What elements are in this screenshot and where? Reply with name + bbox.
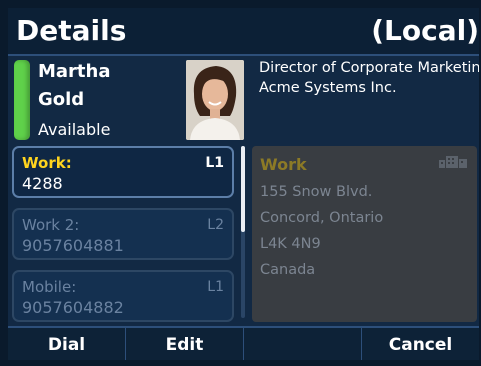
softkey-bar: Dial Edit Cancel	[8, 326, 479, 360]
contact-photo	[186, 60, 244, 140]
empty-softkey[interactable]	[244, 328, 362, 360]
number-label: Mobile:	[22, 278, 77, 296]
address-type: Work	[260, 155, 307, 174]
directory-scope: (Local)	[371, 14, 479, 47]
number-item-work-2[interactable]: Work 2: L2 9057604881	[12, 208, 234, 260]
number-value: 9057604882	[22, 298, 124, 317]
phone-screen: Details (Local) Martha Gold Available Di…	[8, 8, 479, 360]
address-panel: Work 155 Snow Blvd. Concord, Ontario L4K…	[252, 146, 477, 322]
line-badge: L1	[205, 155, 224, 171]
address-postal-code: L4K 4N9	[260, 236, 321, 252]
number-item-work[interactable]: Work: L1 4288	[12, 146, 234, 198]
address-street: 155 Snow Blvd.	[260, 184, 373, 200]
number-item-mobile[interactable]: Mobile: L1 9057604882	[12, 270, 234, 322]
page-title: Details	[16, 14, 127, 47]
number-label: Work 2:	[22, 216, 80, 234]
dial-button[interactable]: Dial	[8, 328, 126, 360]
presence-status: Available	[38, 120, 111, 139]
contact-last-name: Gold	[38, 89, 85, 110]
address-country: Canada	[260, 262, 316, 278]
contact-name: Martha Gold	[38, 58, 111, 114]
number-label: Work:	[22, 154, 72, 172]
edit-button[interactable]: Edit	[126, 328, 244, 360]
contact-organization: Director of Corporate Marketing Acme Sys…	[259, 58, 479, 98]
cancel-button[interactable]: Cancel	[362, 328, 479, 360]
contact-job-title: Director of Corporate Marketing	[259, 60, 479, 76]
address-city: Concord, Ontario	[260, 210, 384, 226]
number-value: 9057604881	[22, 236, 124, 255]
number-list-scrollbar[interactable]	[241, 146, 245, 318]
title-bar: Details (Local)	[8, 8, 479, 56]
building-icon	[439, 156, 467, 168]
line-badge: L2	[207, 217, 224, 233]
avatar	[186, 60, 244, 140]
scrollbar-thumb[interactable]	[241, 146, 245, 232]
contact-first-name: Martha	[38, 61, 111, 82]
presence-indicator	[14, 60, 30, 140]
line-badge: L1	[207, 279, 224, 295]
contact-company: Acme Systems Inc.	[259, 80, 397, 96]
number-value: 4288	[22, 174, 63, 193]
